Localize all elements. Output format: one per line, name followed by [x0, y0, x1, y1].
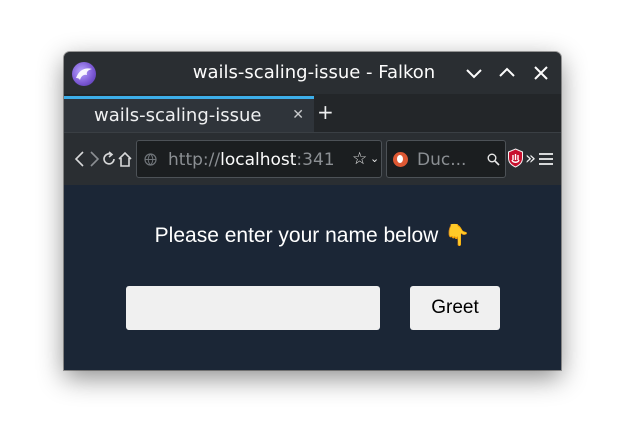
window-title: wails-scaling-issue - Falkon [192, 62, 436, 83]
bookmark-star-icon[interactable]: ☆ [352, 150, 367, 168]
tab-bar: wails-scaling-issue ✕ + [64, 94, 561, 133]
close-icon[interactable] [529, 61, 553, 85]
search-icon[interactable] [487, 153, 500, 166]
hamburger-menu-icon[interactable] [538, 152, 554, 166]
name-prompt: Please enter your name below 👇 [154, 224, 471, 247]
url-dropdown-icon[interactable]: ⌄ [370, 152, 379, 165]
browser-window: wails-scaling-issue - Falkon wails-scali… [64, 52, 561, 370]
site-info-globe-icon[interactable] [144, 153, 157, 166]
reload-icon[interactable] [101, 150, 117, 168]
duckduckgo-icon[interactable] [393, 152, 408, 167]
tab-wails-scaling-issue[interactable]: wails-scaling-issue ✕ [64, 96, 314, 132]
url-bar[interactable]: http://localhost:341 ☆ ⌄ [136, 140, 382, 178]
navigation-toolbar: http://localhost:341 ☆ ⌄ Duc... » [64, 133, 561, 185]
search-bar[interactable]: Duc... [386, 140, 506, 178]
tab-close-icon[interactable]: ✕ [292, 107, 304, 123]
overflow-chevrons-icon[interactable]: » [525, 150, 536, 168]
search-input[interactable]: Duc... [417, 149, 466, 171]
url-text[interactable]: http://localhost:341 [168, 149, 350, 171]
url-scheme: http:// [168, 150, 221, 170]
greet-button[interactable]: Greet [410, 286, 500, 330]
falkon-logo-icon [72, 62, 96, 86]
forward-icon[interactable] [86, 150, 102, 168]
home-icon[interactable] [117, 150, 133, 168]
minimize-icon[interactable] [462, 61, 486, 85]
name-input[interactable] [126, 286, 380, 330]
page-content: Please enter your name below 👇 Greet [64, 185, 561, 370]
adblock-icon[interactable] [507, 148, 524, 168]
tab-label: wails-scaling-issue [94, 105, 262, 126]
url-port: :341 [296, 150, 335, 170]
title-bar: wails-scaling-issue - Falkon [64, 52, 561, 94]
maximize-icon[interactable] [495, 61, 519, 85]
new-tab-button[interactable]: + [317, 102, 334, 122]
url-host: localhost [220, 150, 297, 170]
